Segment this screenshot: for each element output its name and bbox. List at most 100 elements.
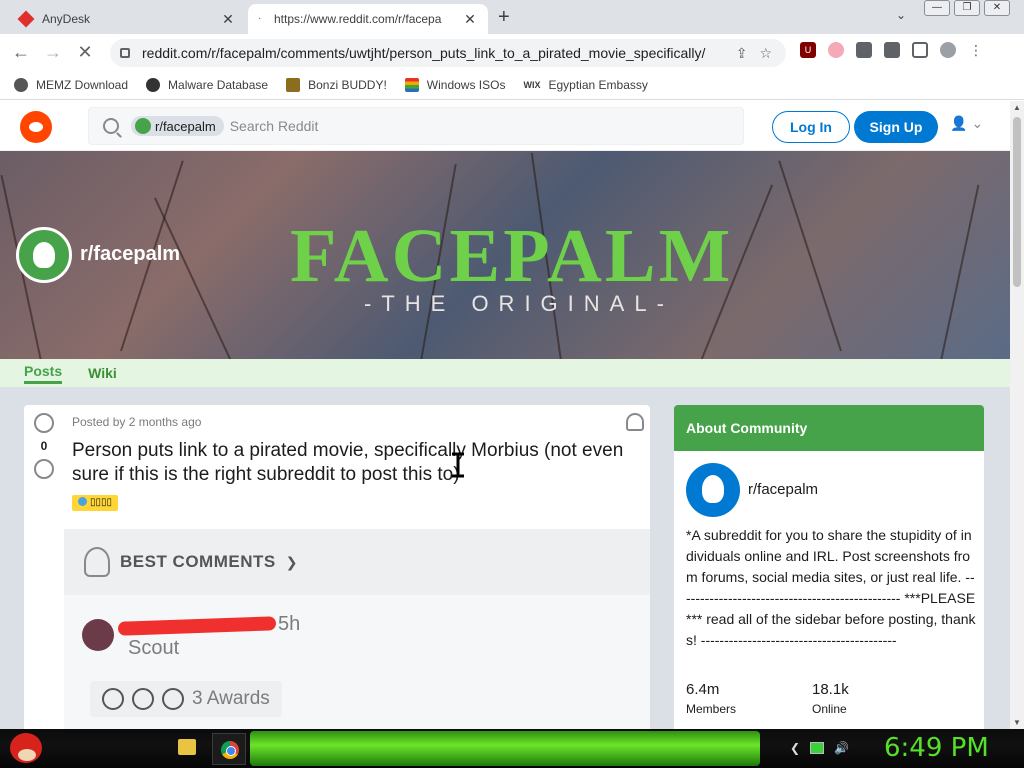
omnibox-actions: ⇪ ☆: [736, 45, 772, 62]
awards-count: 3 Awards: [192, 688, 270, 709]
bell-icon[interactable]: [626, 413, 644, 431]
globe-icon: [146, 77, 161, 92]
subreddit-banner: FACEPALM -THE ORIGINAL- r/facepalm: [0, 151, 1010, 359]
profile-icon[interactable]: [940, 42, 956, 58]
network-icon[interactable]: [810, 742, 825, 754]
puzzle-icon[interactable]: [856, 42, 872, 58]
about-description: *A subreddit for you to share the stupid…: [686, 527, 976, 648]
wix-icon: WIX: [523, 79, 541, 90]
login-button[interactable]: Log In: [772, 111, 850, 143]
avatar: [686, 463, 740, 517]
search-input[interactable]: Search Reddit: [230, 118, 319, 134]
volume-icon[interactable]: 🔊: [834, 741, 849, 755]
bonzi-icon: [286, 77, 301, 92]
lock-icon: [120, 48, 130, 58]
signup-button[interactable]: Sign Up: [854, 111, 938, 143]
new-tab-button[interactable]: +: [498, 6, 510, 29]
comments-section: BEST COMMENTS ❯ 5h Scout 3 Awards: [64, 529, 650, 729]
bookmark-label: MEMZ Download: [36, 77, 129, 92]
comment-sort-button[interactable]: BEST COMMENTS ❯: [64, 529, 650, 595]
search-bar[interactable]: r/facepalm Search Reddit: [88, 107, 744, 145]
side-panel-icon[interactable]: [912, 42, 928, 58]
close-icon[interactable]: ✕: [460, 11, 480, 28]
bookmark-bonzi-buddy[interactable]: Bonzi BUDDY!: [286, 77, 387, 92]
back-button[interactable]: ←: [10, 42, 32, 63]
user-menu-button[interactable]: 👤 ⌄: [950, 115, 983, 132]
online-label: Online: [812, 702, 847, 716]
start-button[interactable]: [6, 729, 46, 768]
vote-column: 0: [24, 405, 64, 525]
award-icon: [102, 688, 124, 710]
bookmark-label: Windows ISOs: [426, 77, 506, 92]
taskbar-glow: [250, 731, 760, 766]
bookmark-label: Bonzi BUDDY!: [308, 77, 387, 92]
members-stat: 6.4m Members: [686, 681, 736, 716]
bird-belly: [18, 749, 36, 761]
forward-button[interactable]: →: [42, 42, 64, 63]
redacted-username: [117, 616, 277, 636]
bookmark-star-icon[interactable]: ☆: [759, 45, 772, 62]
bookmark-memz[interactable]: MEMZ Download: [14, 77, 129, 92]
close-icon[interactable]: ✕: [218, 11, 238, 28]
tab-search-button[interactable]: ⌄: [896, 8, 906, 22]
chrome-icon: [221, 741, 239, 759]
subreddit-avatar: [16, 227, 72, 283]
taskbar-clock[interactable]: 6:49 PM: [884, 733, 989, 763]
award-icon: [132, 688, 154, 710]
chrome-taskbar-button[interactable]: [212, 733, 246, 765]
tab-reddit[interactable]: · https://www.reddit.com/r/facepa ✕: [248, 4, 488, 34]
flair-text: ▯▯▯▯: [90, 497, 113, 508]
tab-title: AnyDesk: [42, 12, 91, 26]
maximize-button[interactable]: ❐: [954, 0, 980, 16]
folder-icon[interactable]: [178, 739, 196, 755]
award-icon: [162, 688, 184, 710]
reddit-page: r/facepalm Search Reddit Log In Sign Up …: [0, 101, 1010, 729]
post-card: 0 Posted by 2 months ago Person puts lin…: [24, 405, 650, 729]
minimize-button[interactable]: —: [924, 0, 950, 16]
tab-posts[interactable]: Posts: [24, 363, 63, 384]
close-window-button[interactable]: ✕: [984, 0, 1010, 16]
online-stat: 18.1k Online: [812, 681, 849, 716]
share-icon[interactable]: ⇪: [736, 45, 748, 62]
scroll-thumb[interactable]: [1013, 117, 1021, 287]
chevron-down-icon: ⌄: [971, 115, 984, 131]
tab-anydesk[interactable]: AnyDesk ✕: [8, 4, 246, 34]
tray-expand-icon[interactable]: ❮: [790, 741, 800, 755]
rocket-icon: [84, 547, 110, 577]
reddit-logo-icon[interactable]: [20, 111, 52, 143]
avatar[interactable]: [82, 619, 114, 651]
about-heading: About Community: [674, 405, 984, 451]
bookmark-windows-isos[interactable]: Windows ISOs: [404, 77, 506, 92]
extensions-area: U ⋮: [800, 42, 984, 58]
system-tray: ❮ 🔊: [790, 741, 849, 755]
members-label: Members: [686, 702, 737, 716]
page-scrollbar[interactable]: ▲ ▼: [1010, 101, 1024, 729]
awards-badge[interactable]: 3 Awards: [90, 681, 282, 717]
rainbow-flag-icon: [404, 77, 419, 92]
subreddit-search-chip[interactable]: r/facepalm: [131, 116, 224, 136]
scroll-down-icon[interactable]: ▼: [1013, 718, 1021, 727]
scroll-up-icon[interactable]: ▲: [1013, 103, 1021, 112]
downvote-icon[interactable]: [34, 459, 54, 479]
chip-label: r/facepalm: [155, 118, 216, 134]
upvote-icon[interactable]: [34, 413, 54, 433]
kebab-menu-icon[interactable]: ⋮: [968, 42, 984, 58]
subreddit-icon: [135, 118, 151, 134]
text-cursor-icon: [452, 452, 464, 478]
about-subreddit-name[interactable]: r/facepalm: [748, 481, 818, 498]
address-bar[interactable]: reddit.com/r/facepalm/comments/uwtjht/pe…: [110, 39, 786, 67]
reddit-header: r/facepalm Search Reddit Log In Sign Up …: [0, 101, 1010, 151]
tab-wiki[interactable]: Wiki: [88, 365, 117, 381]
window-controls: — ❐ ✕: [924, 0, 1010, 16]
ublock-icon[interactable]: U: [800, 42, 816, 58]
media-icon[interactable]: [884, 42, 900, 58]
stop-loading-button[interactable]: ✕: [74, 42, 96, 63]
bookmark-egyptian-embassy[interactable]: WIX Egyptian Embassy: [523, 78, 647, 92]
posted-by: Posted by 2 months ago: [72, 415, 202, 429]
user-icon: 👤: [950, 115, 968, 131]
flag-extension-icon[interactable]: [828, 42, 844, 58]
banner-branch: [154, 197, 232, 359]
bookmark-malware-database[interactable]: Malware Database: [146, 77, 268, 92]
subreddit-nav: Posts Wiki: [0, 359, 1010, 387]
post-title[interactable]: Person puts link to a pirated movie, spe…: [72, 439, 638, 487]
